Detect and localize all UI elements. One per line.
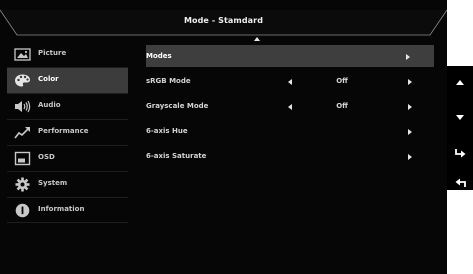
setting-value: Off xyxy=(336,77,348,85)
scroll-up-indicator-icon xyxy=(254,37,260,41)
sidebar-item-picture[interactable]: Picture xyxy=(7,42,128,67)
sidebar-item-audio[interactable]: Audio xyxy=(7,94,128,119)
setting-row-grayscale-mode[interactable]: Grayscale Mode Off xyxy=(146,95,434,117)
setting-label: Modes xyxy=(146,52,172,60)
sidebar-item-information[interactable]: Information xyxy=(7,198,128,223)
sidebar-item-label: Picture xyxy=(38,49,67,57)
sidebar-item-system[interactable]: System xyxy=(7,172,128,197)
arrow-right-icon[interactable] xyxy=(408,154,412,160)
osd-icon xyxy=(14,151,31,166)
down-key[interactable] xyxy=(447,103,473,131)
sidebar-item-performance[interactable]: Performance xyxy=(7,120,128,145)
osd-menu: Mode - Stamdard Picture Color Audio Perf… xyxy=(0,0,447,274)
sidebar-item-label: Performance xyxy=(38,127,89,135)
arrow-down-icon xyxy=(456,115,464,120)
setting-label: sRGB Mode xyxy=(146,77,191,85)
picture-icon xyxy=(14,48,31,61)
setting-row-6-axis-hue[interactable]: 6-axis Hue xyxy=(146,120,434,142)
setting-row-srgb-mode[interactable]: sRGB Mode Off xyxy=(146,70,434,92)
enter-icon xyxy=(455,149,466,158)
arrow-right-icon[interactable] xyxy=(408,129,412,135)
performance-icon xyxy=(14,127,30,139)
setting-value: Off xyxy=(336,102,348,110)
setting-row-modes[interactable]: Modes xyxy=(146,45,434,67)
sidebar-item-label: Information xyxy=(38,205,85,213)
arrow-right-icon[interactable] xyxy=(408,79,412,85)
setting-row-6-axis-saturate[interactable]: 6-axis Saturate xyxy=(146,145,434,167)
palette-icon xyxy=(15,74,30,87)
speaker-icon xyxy=(15,100,31,113)
return-key[interactable] xyxy=(447,169,473,197)
arrow-up-icon xyxy=(456,80,464,85)
info-icon xyxy=(15,203,30,218)
sidebar-item-color[interactable]: Color xyxy=(7,68,128,93)
sidebar-item-osd[interactable]: OSD xyxy=(7,146,128,171)
setting-label: 6-axis Hue xyxy=(146,127,188,135)
sidebar-item-label: Color xyxy=(38,75,59,83)
arrow-right-icon[interactable] xyxy=(406,54,410,60)
gear-icon xyxy=(15,177,30,192)
sidebar-divider xyxy=(7,222,128,223)
arrow-left-icon[interactable] xyxy=(288,104,292,110)
sidebar-item-label: OSD xyxy=(38,153,55,161)
arrow-right-icon[interactable] xyxy=(408,104,412,110)
key-guide xyxy=(447,66,473,190)
menu-header: Mode - Stamdard xyxy=(0,0,447,44)
arrow-left-icon[interactable] xyxy=(288,79,292,85)
setting-label: Grayscale Mode xyxy=(146,102,209,110)
sidebar-item-label: System xyxy=(38,179,68,187)
sidebar-item-label: Audio xyxy=(38,101,61,109)
up-key[interactable] xyxy=(447,66,473,94)
page-title: Mode - Stamdard xyxy=(183,16,264,25)
setting-label: 6-axis Saturate xyxy=(146,152,207,160)
enter-key[interactable] xyxy=(447,139,473,167)
return-icon xyxy=(455,178,466,187)
